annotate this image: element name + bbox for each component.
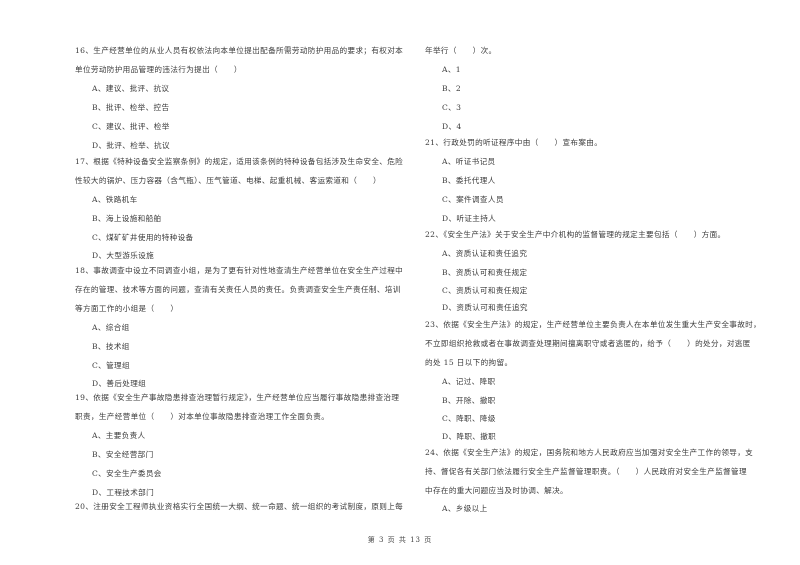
question-18-text-line-2: 存在的管理、技术等方面的问题，查清有关责任人员的责任。负责调查安全生产责任制、培… [75, 285, 401, 294]
question-24-text-line-3: 中存在的重大问题应当及时协调、解决。 [425, 486, 568, 495]
question-18-option-b: B、技术组 [92, 342, 130, 351]
question-17-text-line-1: 17、根据《特种设备安全监察条例》的规定，适用该条例的特种设备包括涉及生命安全、… [75, 157, 404, 166]
question-23-option-d: D、降职、撤职 [442, 432, 497, 441]
question-16-option-b: B、批评、检举、控告 [92, 103, 170, 112]
question-16-option-d: D、批评、检举、抗议 [92, 141, 170, 150]
question-20-text-line-1: 20、注册安全工程师执业资格实行全国统一大纲、统一命题、统一组织的考试制度，原则… [75, 502, 404, 511]
question-20-text-line-2: 年举行（ ）次。 [425, 46, 497, 55]
question-22-option-b: B、资质认可和责任规定 [442, 268, 528, 277]
question-18-text-line-3: 等方面工作的小组是（ ） [75, 304, 179, 313]
question-21-option-a: A、听证书记员 [442, 157, 496, 166]
question-21-option-b: B、委托代理人 [442, 176, 496, 185]
question-17-option-b: B、海上设施和船舶 [92, 214, 162, 223]
question-16-option-a: A、建议、批评、抗议 [92, 84, 170, 93]
question-21-option-d: D、听证主持人 [442, 214, 497, 223]
question-21-text-line-1: 21、行政处罚的听证程序中由（ ）宣布案由。 [425, 138, 603, 147]
question-21-option-c: C、案件调查人员 [442, 195, 504, 204]
question-24-text-line-2: 持、督促各有关部门依法履行安全生产监督管理职责。（ ）人民政府对安全生产监督管理 [425, 467, 747, 476]
question-16-text-line-1: 16、生产经营单位的从业人员有权依法向本单位提出配备所需劳动防护用品的要求；有权… [75, 46, 404, 55]
question-17-option-d: D、大型游乐设施 [92, 251, 155, 260]
question-16-text-line-2: 单位劳动防护用品管理的违法行为提出（ ） [75, 65, 242, 74]
question-19-option-c: C、安全生产委员会 [92, 469, 162, 478]
question-18-text-line-1: 18、事故调查中设立不同调查小组，是为了更有针对性地查清生产经营单位在安全生产过… [75, 266, 404, 275]
question-23-text-line-3: 的处 15 日以下的拘留。 [425, 358, 513, 367]
question-22-option-c: C、资质认可和责任规定 [442, 286, 528, 295]
question-24-option-a: A、乡级以上 [442, 504, 488, 513]
question-18-option-c: C、管理组 [92, 361, 130, 370]
question-19-option-d: D、工程技术部门 [92, 488, 155, 497]
question-23-option-a: A、记过、降职 [442, 377, 496, 386]
question-22-text-line-1: 22、《安全生产法》关于安全生产中介机构的监督管理的规定主要包括（ ）方面。 [425, 230, 726, 239]
question-23-option-b: B、开除、撤职 [442, 396, 496, 405]
question-19-option-a: A、主要负责人 [92, 431, 146, 440]
question-23-text-line-1: 23、依据《安全生产法》的规定，生产经营单位主要负责人在本单位发生重大生产安全事… [425, 320, 762, 329]
question-16-option-c: C、建议、批评、检举 [92, 122, 170, 131]
question-17-option-a: A、铁路机车 [92, 195, 138, 204]
question-20-option-d: D、4 [442, 122, 462, 131]
question-23-text-line-2: 不立即组织抢救或者在事故调查处理期间擅离职守或者逃匿的，给予（ ）的处分，对逃匿 [425, 339, 751, 348]
question-20-option-c: C、3 [442, 103, 462, 112]
question-19-text-line-2: 职责，生产经营单位（ ）对本单位事故隐患排查治理工作全面负责。 [75, 412, 330, 421]
question-20-option-a: A、1 [442, 65, 461, 74]
question-18-option-a: A、综合组 [92, 323, 130, 332]
question-19-text-line-1: 19、依据《安全生产事故隐患排查治理暂行规定》，生产经营单位应当履行事故隐患排查… [75, 393, 400, 402]
question-22-option-a: A、资质认证和责任追究 [442, 249, 528, 258]
exam-page: 16、生产经营单位的从业人员有权依法向本单位提出配备所需劳动防护用品的要求；有权… [0, 0, 800, 565]
question-22-option-d: D、资质认可和责任追究 [442, 303, 528, 312]
question-20-option-b: B、2 [442, 84, 462, 93]
page-footer: 第 3 页 共 13 页 [367, 536, 433, 544]
question-18-option-d: D、善后处理组 [92, 379, 147, 388]
question-19-option-b: B、安全经营部门 [92, 450, 154, 459]
question-23-option-c: C、降职、降级 [442, 414, 496, 423]
question-17-text-line-2: 性较大的锅炉、压力容器（含气瓶）、压气管道、电梯、起重机械、客运索道和（ ） [75, 176, 382, 185]
question-17-option-c: C、煤矿矿井使用的特种设备 [92, 233, 194, 242]
question-24-text-line-1: 24、依据《安全生产法》的规定，国务院和地方人民政府应当加强对安全生产工作的领导… [425, 448, 754, 457]
